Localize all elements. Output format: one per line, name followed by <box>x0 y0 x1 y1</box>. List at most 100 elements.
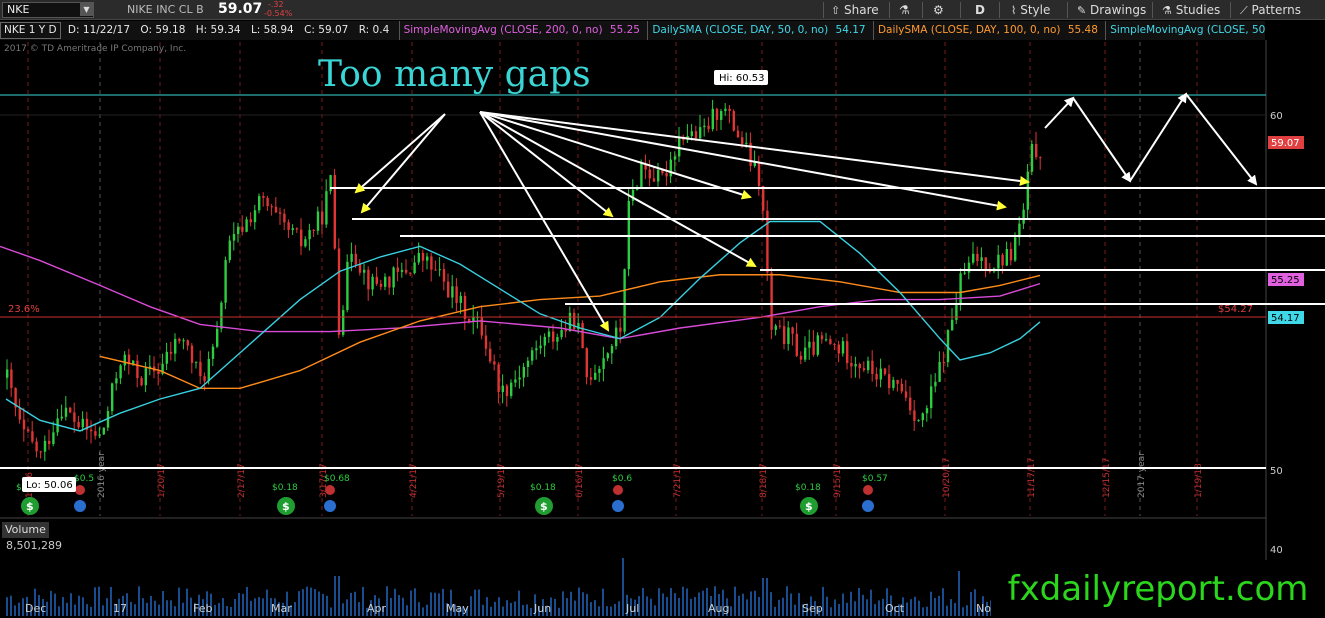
candle-body <box>997 254 1000 269</box>
volume-bar <box>234 598 236 616</box>
company-name: NIKE INC CL B <box>127 3 204 16</box>
candle-body <box>904 391 908 398</box>
flask-icon[interactable]: ⚗ <box>899 2 910 18</box>
volume-bar <box>574 600 576 616</box>
candle-body <box>669 159 672 177</box>
candle-body <box>81 418 84 428</box>
candle-body <box>934 381 937 387</box>
candle-body <box>829 339 832 344</box>
earnings-date-icon <box>324 500 336 512</box>
candle-body <box>808 341 811 348</box>
volume-bar <box>750 591 752 616</box>
volume-bar <box>330 607 332 616</box>
dividend-amount: $0.18 <box>272 483 298 493</box>
candle-body <box>703 125 706 128</box>
month-label: Apr <box>367 602 387 615</box>
style-button[interactable]: ⌇ Style <box>1011 2 1050 18</box>
earnings-date-icon <box>74 500 86 512</box>
volume-bar <box>134 604 136 616</box>
study-sma200-value: 55.25 <box>609 24 640 36</box>
volume-bar <box>666 597 668 616</box>
candle-body <box>724 108 727 112</box>
study-sma200-label[interactable]: SimpleMovingAvg (CLOSE, 200, 0, no) <box>398 21 603 40</box>
volume-bar <box>618 601 620 616</box>
candle-body <box>846 341 849 363</box>
price-axis-labels: 60 50 40 59.07 55.25 54.17 <box>1268 111 1304 556</box>
period-button[interactable]: D <box>975 2 985 18</box>
candle-body <box>195 361 198 363</box>
volume-bar <box>606 606 608 616</box>
study-dailysma50-label[interactable]: DailySMA (CLOSE, DAY, 50, 0, no) <box>647 21 828 40</box>
volume-bar <box>582 592 584 616</box>
study-sma50-label[interactable]: SimpleMovingAvg (CLOSE, 50, 0, no) <box>1105 21 1265 40</box>
study-dailysma100-label[interactable]: DailySMA (CLOSE, DAY, 100, 0, no) <box>872 21 1061 40</box>
studies-button[interactable]: ⚗ Studies <box>1162 2 1220 18</box>
volume-bar <box>438 593 440 616</box>
candle-body <box>694 131 698 139</box>
volume-bar <box>398 595 400 616</box>
candle-body <box>102 427 105 435</box>
price-badge-text: 54.17 <box>1271 313 1300 324</box>
volume-bar <box>514 601 516 616</box>
volume-bar <box>54 593 56 616</box>
chart-title[interactable]: NKE 1 Y D <box>0 22 61 39</box>
candle-body <box>955 303 958 320</box>
volume-bar <box>498 597 500 616</box>
candle-body <box>514 379 517 383</box>
candle-body <box>774 325 777 330</box>
drawings-icon: ✎ <box>1077 4 1087 17</box>
candle-body <box>925 408 929 414</box>
candle-body <box>354 253 357 265</box>
volume-bar <box>694 597 696 616</box>
candle-body <box>988 270 992 272</box>
volume-bar <box>90 606 92 616</box>
volume-bar <box>258 597 260 616</box>
share-button[interactable]: ⇧ Share <box>831 2 879 18</box>
candle-body <box>169 351 173 354</box>
volume-bar <box>130 601 132 616</box>
volume-bar <box>318 591 320 616</box>
price-chart[interactable]: 12/162016 year1/20/172/17/173/17/174/21/… <box>0 40 1325 618</box>
chevron-down-icon[interactable]: ▼ <box>80 3 93 16</box>
patterns-button[interactable]: ⟋ Patterns <box>1240 2 1301 18</box>
info-open: O: 59.18 <box>140 24 186 36</box>
price-change: -.32 <box>268 0 284 9</box>
candle-body <box>690 131 693 137</box>
candle-body <box>820 335 824 340</box>
candle-body <box>862 368 866 371</box>
volume-bar <box>266 589 268 616</box>
volume-bar <box>58 606 60 616</box>
candle-body <box>43 440 47 452</box>
date-mark: 2016 year <box>97 452 107 498</box>
volume-bar <box>798 593 800 616</box>
volume-bar <box>770 592 772 616</box>
volume-bar <box>790 593 792 616</box>
date-mark: 11/17/17 <box>1027 458 1037 498</box>
candle-body <box>39 451 42 453</box>
volume-bar <box>362 586 364 616</box>
candle-body <box>972 253 975 263</box>
dividend-amount: $0.18 <box>795 483 821 493</box>
candle-body <box>1039 157 1042 159</box>
gear-icon[interactable]: ⚙ <box>933 2 944 18</box>
candle-body <box>619 327 622 332</box>
volume-bar <box>442 588 444 616</box>
drawings-label: Drawings <box>1090 3 1147 17</box>
month-label: Dec <box>25 602 47 615</box>
earnings-icon <box>863 485 873 495</box>
candle-body <box>358 264 362 273</box>
candle-body <box>589 377 593 380</box>
candle-body <box>182 340 185 342</box>
candle-body <box>711 108 714 130</box>
candle-body <box>963 272 966 274</box>
candle-body <box>371 276 374 290</box>
candle-body <box>854 364 857 367</box>
top-toolbar: NKE ▼ NIKE INC CL B 59.07 -.32 -0.54% ⇧ … <box>0 0 1325 20</box>
candle-body <box>1005 249 1008 266</box>
month-label: Sep <box>802 602 823 615</box>
drawings-button[interactable]: ✎ Drawings <box>1077 2 1146 18</box>
volume-bar <box>678 597 680 616</box>
volume-bar <box>46 601 48 616</box>
candle-body <box>795 333 798 356</box>
info-range: R: 0.4 <box>358 24 390 36</box>
